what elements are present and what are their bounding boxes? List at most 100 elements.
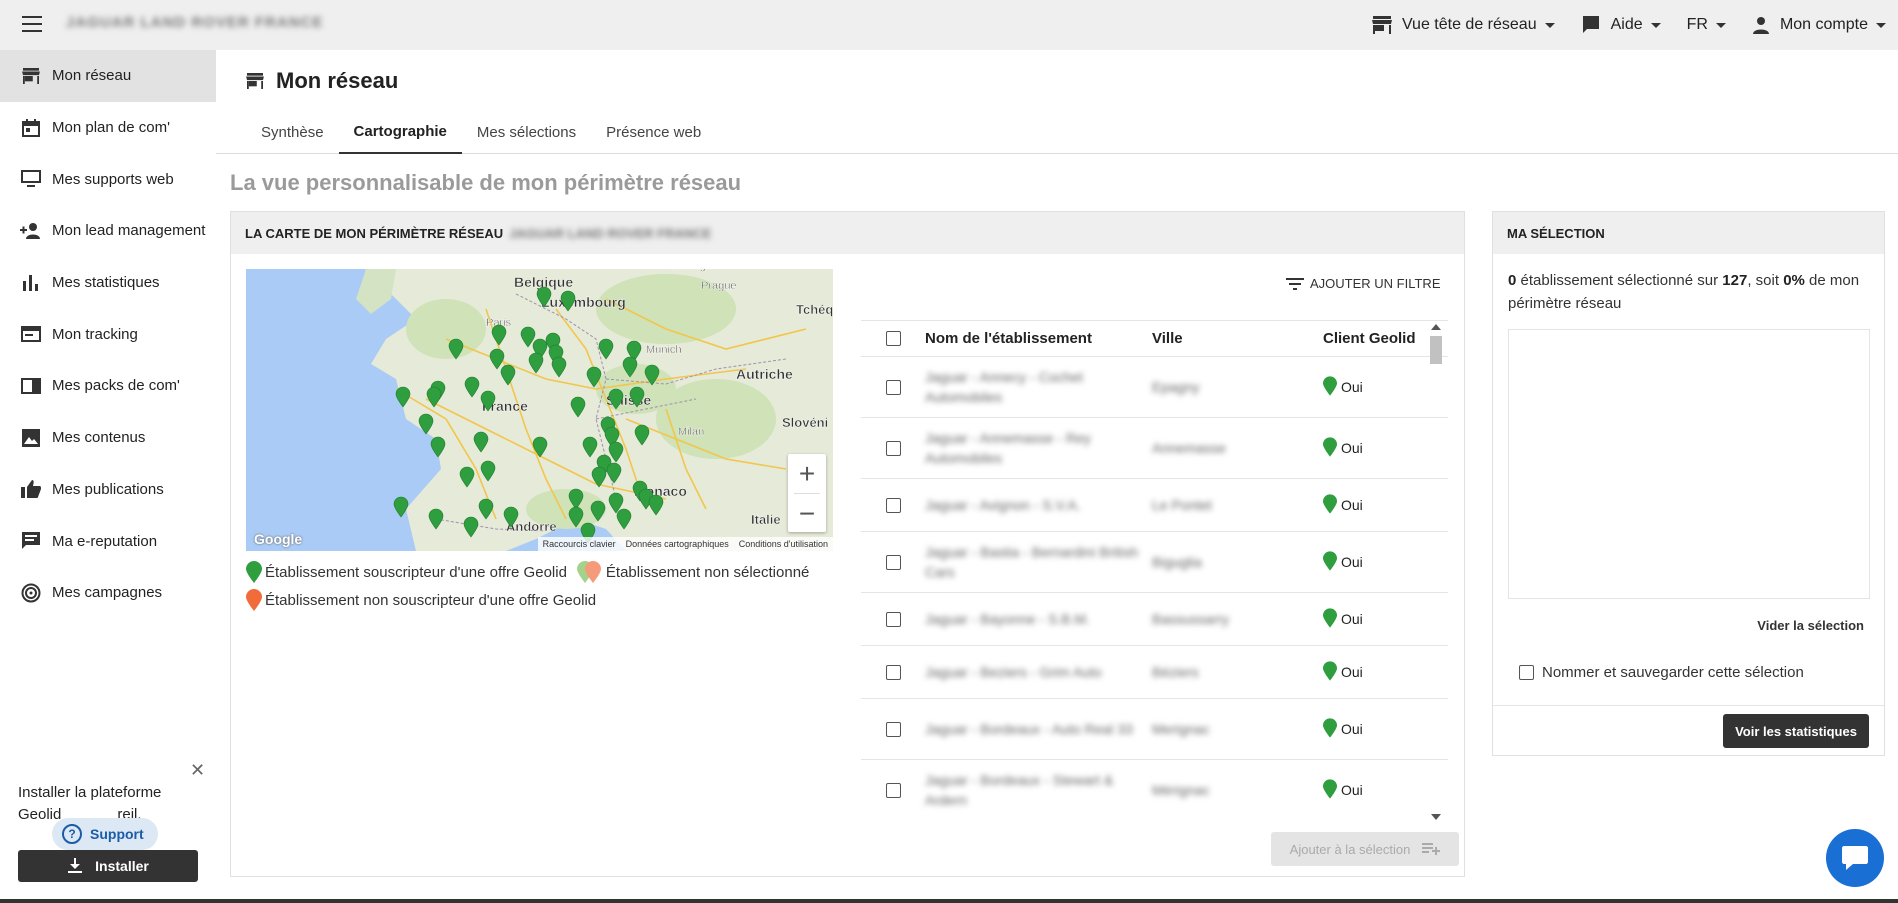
tab-presence-web[interactable]: Présence web: [591, 110, 716, 154]
map-pin[interactable]: [463, 516, 479, 538]
row-checkbox[interactable]: [885, 664, 901, 680]
add-filter-button[interactable]: AJOUTER UN FILTRE: [1286, 276, 1441, 291]
sidebar-item-packs-de-com[interactable]: Mes packs de com': [0, 360, 216, 412]
chat-button[interactable]: [1826, 829, 1884, 887]
row-checkbox[interactable]: [885, 440, 901, 456]
view-stats-button[interactable]: Voir les statistiques: [1723, 714, 1869, 748]
map-pin[interactable]: [489, 348, 505, 370]
zoom-in-button[interactable]: +: [788, 454, 826, 493]
row-checkbox[interactable]: [885, 611, 901, 627]
table-scrollbar[interactable]: [1428, 322, 1444, 820]
map-pin[interactable]: [560, 290, 576, 312]
zoom-out-button[interactable]: −: [788, 494, 826, 533]
keyboard-shortcuts-link[interactable]: Raccourcis clavier: [538, 539, 621, 549]
map-pin[interactable]: [582, 436, 598, 458]
table-row[interactable]: Jaguar - Annecy - Cochet Automobiles Epag…: [861, 357, 1448, 418]
row-checkbox[interactable]: [885, 782, 901, 798]
map-pin[interactable]: [568, 506, 584, 528]
column-name-header[interactable]: Nom de l'établissement: [925, 330, 1152, 347]
map-pin[interactable]: [395, 386, 411, 408]
sidebar-item-tracking[interactable]: Mon tracking: [0, 308, 216, 360]
map-pin[interactable]: [536, 286, 552, 308]
map-pin[interactable]: [428, 508, 444, 530]
clear-selection-link[interactable]: Vider la sélection: [1757, 618, 1864, 633]
table-row[interactable]: Jaguar - Avignon - S.V.A. Le Pontet Oui: [861, 479, 1448, 532]
sidebar-item-publications[interactable]: Mes publications: [0, 464, 216, 516]
map-pin[interactable]: [591, 466, 607, 488]
map-pin[interactable]: [393, 496, 409, 518]
help-menu[interactable]: Aide: [1581, 15, 1661, 35]
sidebar-item-e-reputation[interactable]: Ma e-reputation: [0, 515, 216, 567]
map-pin[interactable]: [464, 376, 480, 398]
scroll-down-icon[interactable]: [1431, 814, 1441, 820]
map-pin[interactable]: [520, 326, 536, 348]
row-checkbox[interactable]: [885, 721, 901, 737]
map-pin[interactable]: [478, 498, 494, 520]
map-pin[interactable]: [430, 436, 446, 458]
table-row[interactable]: Jaguar - Bordeaux - Auto Real 33 Merignac…: [861, 699, 1448, 760]
menu-icon[interactable]: [22, 16, 42, 32]
map-pin[interactable]: [551, 356, 567, 378]
tab-synthese[interactable]: Synthèse: [246, 110, 339, 154]
row-checkbox[interactable]: [885, 554, 901, 570]
sidebar-item-mon-reseau[interactable]: Mon réseau: [0, 50, 216, 102]
sidebar-item-contenus[interactable]: Mes contenus: [0, 412, 216, 464]
table-row[interactable]: Jaguar - Beziers - Grim Auto Béziers Oui: [861, 646, 1448, 699]
terms-link[interactable]: Conditions d'utilisation: [734, 539, 833, 549]
language-menu[interactable]: FR: [1687, 16, 1726, 34]
add-to-selection-button[interactable]: Ajouter à la sélection: [1271, 832, 1459, 866]
network-map[interactable]: Belgique Luxembourg Prague Tchéq Paris Munich…: [246, 269, 833, 551]
map-pin[interactable]: [648, 494, 664, 516]
map-pin[interactable]: [532, 436, 548, 458]
network-view-menu[interactable]: Vue tête de réseau: [1371, 16, 1555, 34]
map-pin[interactable]: [616, 508, 632, 530]
map-pin[interactable]: [528, 352, 544, 374]
map-pin[interactable]: [500, 364, 516, 386]
map-pin[interactable]: [622, 356, 638, 378]
column-client-header[interactable]: Client Geolid: [1323, 330, 1433, 347]
map-data-link[interactable]: Données cartographiques: [621, 539, 734, 549]
map-pin[interactable]: [491, 324, 507, 346]
tab-cartographie[interactable]: Cartographie: [338, 110, 462, 154]
row-checkbox[interactable]: [885, 497, 901, 513]
map-pin[interactable]: [418, 413, 434, 435]
sidebar-item-lead-management[interactable]: Mon lead management: [0, 205, 216, 257]
scroll-thumb[interactable]: [1430, 336, 1442, 364]
column-city-header[interactable]: Ville: [1152, 330, 1323, 347]
map-pin[interactable]: [608, 441, 624, 463]
map-pin[interactable]: [570, 396, 586, 418]
tab-mes-selections[interactable]: Mes sélections: [462, 110, 591, 154]
map-pin[interactable]: [644, 364, 660, 386]
sidebar-item-statistiques[interactable]: Mes statistiques: [0, 257, 216, 309]
map-pin[interactable]: [590, 500, 606, 522]
save-selection-checkbox[interactable]: [1519, 665, 1534, 680]
scroll-up-icon[interactable]: [1431, 324, 1441, 330]
close-icon[interactable]: ✕: [190, 760, 205, 781]
row-checkbox[interactable]: [885, 379, 901, 395]
map-pin[interactable]: [568, 488, 584, 510]
table-row[interactable]: Jaguar - Bayonne - S.B.M. Bassussarry Oui: [861, 593, 1448, 646]
map-pin[interactable]: [480, 390, 496, 412]
map-pin[interactable]: [473, 431, 489, 453]
support-button[interactable]: ? Support: [52, 818, 158, 850]
table-row[interactable]: Jaguar - Bordeaux - Stewart & Ardern Méri…: [861, 760, 1448, 812]
sidebar-item-supports-web[interactable]: Mes supports web: [0, 153, 216, 205]
map-pin[interactable]: [448, 338, 464, 360]
map-pin[interactable]: [459, 466, 475, 488]
map-pin[interactable]: [503, 506, 519, 528]
map-pin[interactable]: [480, 460, 496, 482]
map-pin[interactable]: [606, 462, 622, 484]
map-pin[interactable]: [634, 424, 650, 446]
sidebar-item-campagnes[interactable]: Mes campagnes: [0, 567, 216, 619]
select-all-checkbox[interactable]: [885, 331, 901, 346]
table-row[interactable]: Jaguar - Bastia - Bernardini British Car…: [861, 532, 1448, 593]
sidebar-item-plan-de-com[interactable]: Mon plan de com': [0, 102, 216, 154]
map-pin[interactable]: [598, 338, 614, 360]
map-pin[interactable]: [608, 388, 624, 410]
map-pin[interactable]: [426, 386, 442, 408]
map-pin[interactable]: [629, 386, 645, 408]
install-button[interactable]: Installer: [18, 850, 198, 882]
account-menu[interactable]: Mon compte: [1752, 16, 1886, 34]
map-pin[interactable]: [586, 366, 602, 388]
table-row[interactable]: Jaguar - Annemasse - Rey Automobiles Anne…: [861, 418, 1448, 479]
